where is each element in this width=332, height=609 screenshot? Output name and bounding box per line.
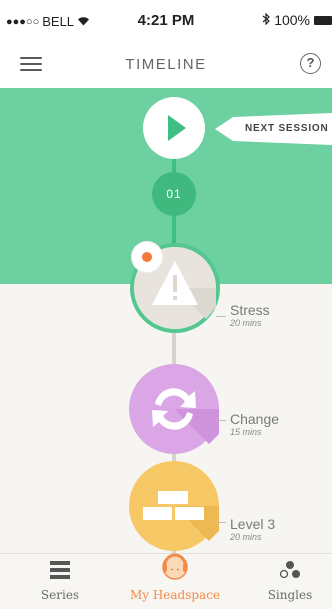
series-icon (50, 561, 70, 579)
tab-label: Series (40, 588, 80, 602)
session-title: Stress (230, 302, 270, 318)
tab-label: Singles (267, 588, 313, 602)
session-duration: 15 mins (230, 427, 262, 437)
play-icon (168, 115, 186, 141)
status-bar: ●●●○○ BELL 4:21 PM 100% (0, 0, 332, 40)
session-label-stress: Stress 20 mins (230, 302, 270, 328)
session-change[interactable] (129, 364, 219, 454)
tab-my-headspace[interactable]: My Headspace (120, 553, 230, 609)
session-label-change: Change 15 mins (230, 411, 279, 437)
play-button[interactable] (143, 97, 205, 159)
refresh-icon (152, 388, 219, 444)
singles-icon (279, 561, 300, 579)
battery-percent: 100% (274, 12, 310, 28)
tab-label: My Headspace (129, 588, 221, 602)
bricks-icon (143, 491, 219, 541)
session-title: Level 3 (230, 516, 276, 532)
tab-series[interactable]: Series (30, 554, 90, 609)
session-duration: 20 mins (230, 318, 262, 328)
battery-icon (314, 15, 332, 25)
page-title: TIMELINE (125, 56, 207, 73)
tab-bar: Series My Headspace Singles (0, 553, 332, 609)
session-level-3[interactable] (129, 461, 219, 551)
next-session-label: NEXT SESSION (245, 123, 329, 134)
navigation-bar: TIMELINE ? (0, 40, 332, 88)
bluetooth-icon (262, 12, 271, 28)
headspace-avatar-icon (162, 553, 188, 580)
new-badge (132, 242, 162, 272)
battery-indicator: 100% (262, 12, 332, 28)
session-title: Change (230, 411, 280, 427)
session-label-level-3: Level 3 20 mins (230, 516, 275, 542)
next-session-pointer: NEXT SESSION (215, 113, 332, 145)
tab-singles[interactable]: Singles (260, 554, 320, 609)
help-button[interactable]: ? (300, 53, 321, 74)
session-duration: 20 mins (230, 532, 262, 542)
session-number-badge: 01 (152, 172, 196, 216)
